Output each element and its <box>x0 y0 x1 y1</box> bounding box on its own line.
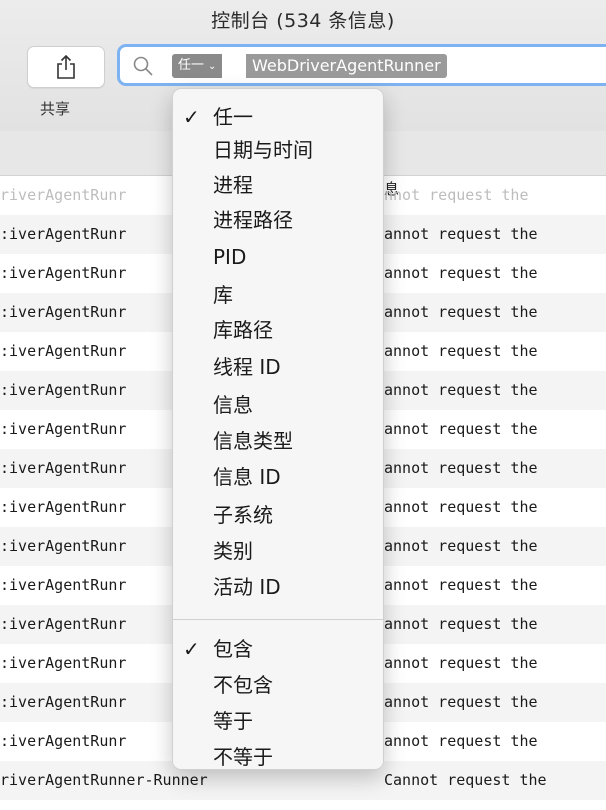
log-process: :iverAgentRunr <box>0 732 127 750</box>
log-message: annot request the <box>384 459 538 477</box>
log-message: annot request the <box>384 615 538 633</box>
search-field-type-label: 任一 <box>178 58 205 73</box>
menu-item-library-path[interactable]: 库路径 <box>173 314 383 346</box>
log-process: :iverAgentRunr <box>0 498 127 516</box>
menu-item-label: 活动 ID <box>213 575 281 599</box>
menu-item-message-id[interactable]: 信息 ID <box>173 461 383 493</box>
search-field[interactable]: 任一 ⌄ WebDriverAgentRunner <box>117 44 606 86</box>
search-field-type-token[interactable]: 任一 ⌄ <box>172 54 223 78</box>
log-message: nnot request the <box>384 186 529 204</box>
menu-item-library[interactable]: 库 <box>173 279 383 311</box>
log-message: annot request the <box>384 264 538 282</box>
log-process: :iverAgentRunr <box>0 225 127 243</box>
window-title: 控制台 (534 条信息) <box>211 10 395 32</box>
share-label: 共享 <box>40 100 71 118</box>
log-message: annot request the <box>384 693 538 711</box>
menu-item-label: 信息 ID <box>213 465 281 489</box>
log-message: annot request the <box>384 420 538 438</box>
log-process: :iverAgentRunr <box>0 381 127 399</box>
checkmark-icon: ✓ <box>183 105 200 129</box>
menu-item-date-time[interactable]: 日期与时间 <box>173 134 383 166</box>
log-message: annot request the <box>384 537 538 555</box>
log-process: :iverAgentRunr <box>0 303 127 321</box>
menu-item-label: 不等于 <box>213 745 273 769</box>
menu-item-not-equals[interactable]: 不等于 <box>173 741 383 773</box>
menu-item-label: 信息 <box>213 393 253 417</box>
menu-item-label: 子系统 <box>213 503 273 527</box>
menu-item-label: 信息类型 <box>213 429 293 453</box>
log-process: :iverAgentRunr <box>0 576 127 594</box>
log-message: annot request the <box>384 498 538 516</box>
menu-item-message[interactable]: 信息 <box>173 389 383 421</box>
search-value-token[interactable]: WebDriverAgentRunner <box>246 54 447 78</box>
checkmark-icon: ✓ <box>183 637 200 661</box>
log-process: :iverAgentRunr <box>0 459 127 477</box>
menu-item-label: 日期与时间 <box>213 138 313 162</box>
log-process: :iverAgentRunr <box>0 420 127 438</box>
menu-separator <box>173 619 383 620</box>
menu-item-label: 不包含 <box>213 673 273 697</box>
menu-item-message-type[interactable]: 信息类型 <box>173 425 383 457</box>
menu-item-pid[interactable]: PID <box>173 241 383 273</box>
share-button[interactable] <box>27 46 105 88</box>
menu-item-label: PID <box>213 245 247 269</box>
log-process: :iverAgentRunr <box>0 342 127 360</box>
log-message: annot request the <box>384 381 538 399</box>
menu-item-process-path[interactable]: 进程路径 <box>173 204 383 236</box>
log-process: :iverAgentRunr <box>0 693 127 711</box>
chevron-down-icon: ⌄ <box>208 61 217 72</box>
share-icon <box>57 54 75 79</box>
menu-item-equals[interactable]: 等于 <box>173 705 383 737</box>
menu-item-label: 库路径 <box>213 318 273 342</box>
log-message: annot request the <box>384 303 538 321</box>
log-message: annot request the <box>384 732 538 750</box>
log-process: :iverAgentRunr <box>0 615 127 633</box>
menu-item-label: 线程 ID <box>213 355 281 379</box>
menu-item-thread-id[interactable]: 线程 ID <box>173 351 383 383</box>
log-process: :iverAgentRunr <box>0 537 127 555</box>
log-process: :iverAgentRunr <box>0 264 127 282</box>
menu-item-activity-id[interactable]: 活动 ID <box>173 571 383 603</box>
menu-item-label: 等于 <box>213 709 253 733</box>
menu-item-label: 库 <box>213 283 233 307</box>
log-process: :iverAgentRunr <box>0 654 127 672</box>
menu-item-subsystem[interactable]: 子系统 <box>173 499 383 531</box>
menu-item-category[interactable]: 类别 <box>173 535 383 567</box>
menu-item-label: 包含 <box>213 637 253 661</box>
search-icon <box>133 56 153 76</box>
menu-item-contains[interactable]: ✓ 包含 <box>173 633 383 665</box>
menu-item-not-contains[interactable]: 不包含 <box>173 669 383 701</box>
menu-item-label: 任一 <box>213 105 253 129</box>
log-message: annot request the <box>384 225 538 243</box>
field-dropdown-menu: ✓ 任一 日期与时间 进程 进程路径 PID 库 库路径 线程 ID 信息 信息类… <box>172 88 384 770</box>
menu-item-any[interactable]: ✓ 任一 <box>173 101 383 133</box>
log-process: riverAgentRunr <box>0 186 127 204</box>
menu-item-label: 进程 <box>213 173 253 197</box>
log-message: annot request the <box>384 654 538 672</box>
menu-item-process[interactable]: 进程 <box>173 169 383 201</box>
log-message: annot request the <box>384 576 538 594</box>
log-message: Cannot request the <box>384 771 547 789</box>
menu-item-label: 类别 <box>213 539 253 563</box>
menu-item-label: 进程路径 <box>213 208 293 232</box>
log-message: annot request the <box>384 342 538 360</box>
